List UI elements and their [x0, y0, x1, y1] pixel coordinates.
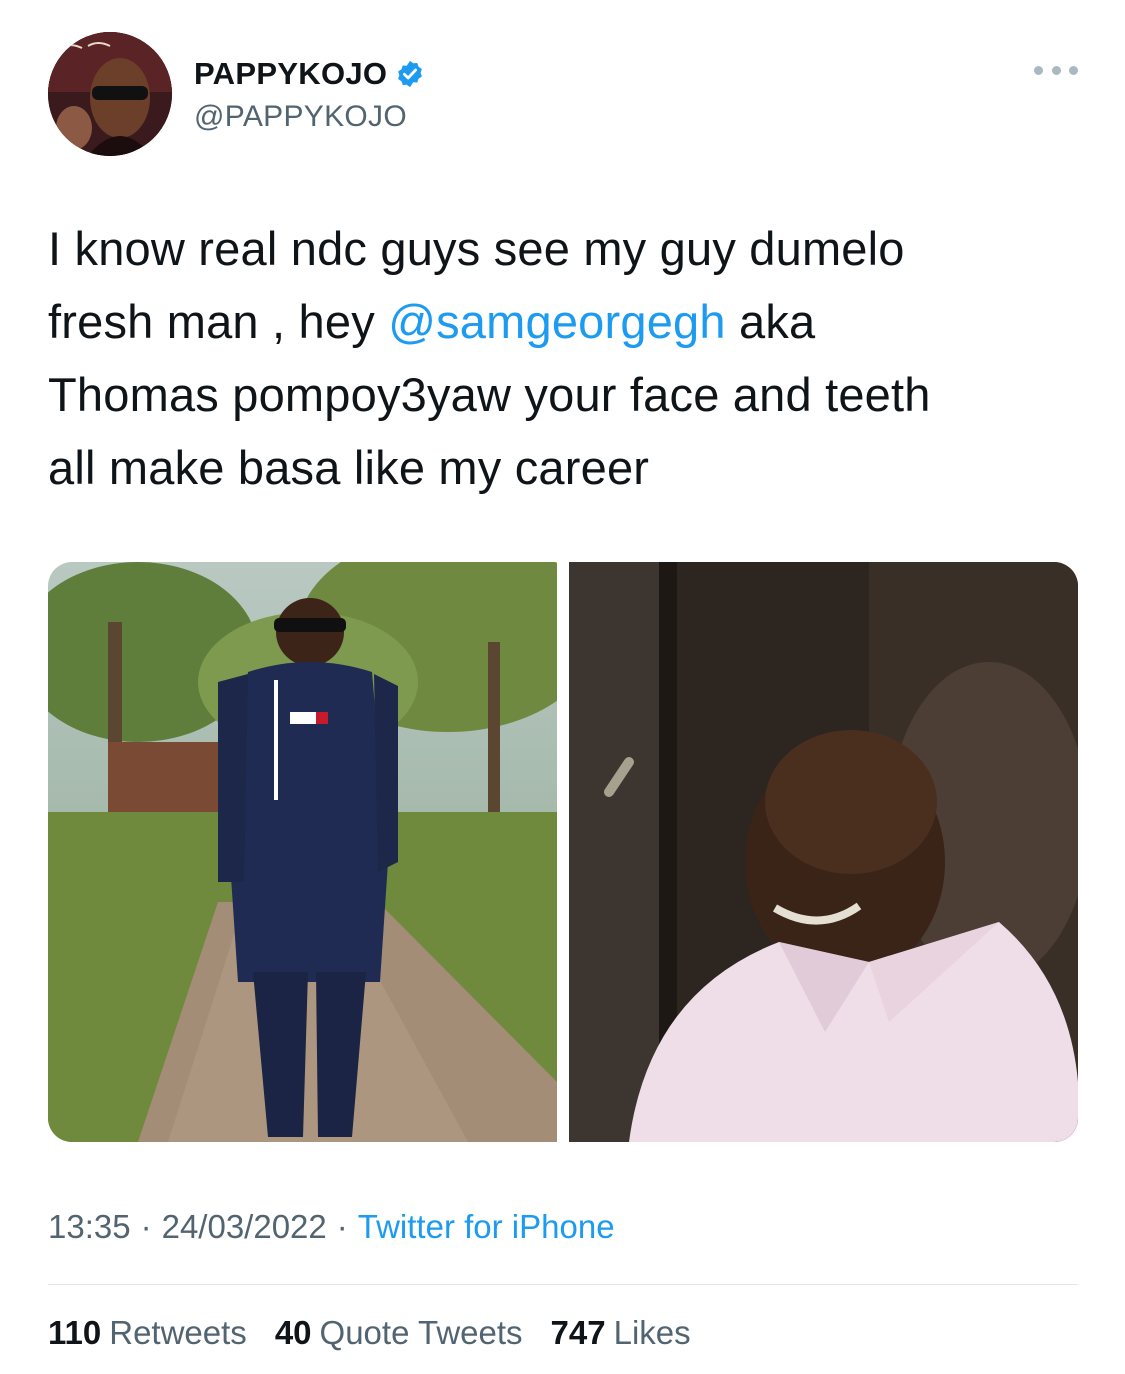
likes-count: 747: [550, 1314, 606, 1351]
meta-separator: ·: [140, 1208, 152, 1245]
tweet-stats: 110 Retweets 40 Quote Tweets 747 Likes: [48, 1314, 719, 1352]
more-options-icon[interactable]: [1034, 60, 1078, 80]
divider: [48, 1284, 1078, 1285]
tweet-time[interactable]: 13:35: [48, 1208, 131, 1246]
tweet-text-fragment: fresh man , hey: [48, 295, 389, 348]
display-name-row: PAPPYKOJO: [194, 54, 425, 94]
avatar[interactable]: [48, 32, 172, 156]
media-grid: [48, 562, 1078, 1142]
photo-smiling-man-pink-shirt[interactable]: [569, 562, 1078, 1142]
meta-separator: ·: [336, 1208, 348, 1245]
tweet-meta: 13:35 · 24/03/2022 · Twitter for iPhone: [48, 1208, 615, 1246]
photo-man-in-navy-outfit[interactable]: [48, 562, 557, 1142]
tweet-text-line: Thomas pompoy3yaw your face and teeth: [48, 368, 931, 421]
tweet-date[interactable]: 24/03/2022: [162, 1208, 327, 1246]
display-name[interactable]: PAPPYKOJO: [194, 56, 387, 92]
retweets-stat[interactable]: 110 Retweets: [48, 1314, 247, 1352]
likes-stat[interactable]: 747 Likes: [551, 1314, 691, 1352]
quote-tweets-stat[interactable]: 40 Quote Tweets: [275, 1314, 523, 1352]
dot: [1034, 65, 1043, 75]
verified-badge-icon: [395, 59, 425, 89]
quotes-label: Quote Tweets: [319, 1314, 523, 1351]
author-handle[interactable]: @PAPPYKOJO: [194, 100, 425, 134]
mention-link[interactable]: @samgeorgegh: [388, 295, 726, 348]
tweet-text-line: all make basa like my career: [48, 441, 650, 494]
retweets-count: 110: [48, 1314, 102, 1351]
author-names: PAPPYKOJO @PAPPYKOJO: [194, 54, 425, 134]
tweet-source-link[interactable]: Twitter for iPhone: [358, 1208, 615, 1246]
tweet-detail: PAPPYKOJO @PAPPYKOJO I know real ndc guy…: [0, 0, 1125, 1374]
quotes-count: 40: [274, 1314, 312, 1351]
tweet-header: PAPPYKOJO @PAPPYKOJO: [48, 32, 1078, 156]
tweet-text-fragment: aka: [725, 295, 816, 348]
dot: [1051, 65, 1061, 75]
retweets-label: Retweets: [109, 1314, 247, 1351]
tweet-text-line: fresh man , hey @samgeorgegh aka: [48, 285, 1078, 358]
likes-label: Likes: [613, 1314, 691, 1351]
dot: [1069, 65, 1078, 75]
tweet-text: I know real ndc guys see my guy dumelo f…: [48, 212, 1078, 504]
tweet-text-line: I know real ndc guys see my guy dumelo: [48, 222, 905, 275]
